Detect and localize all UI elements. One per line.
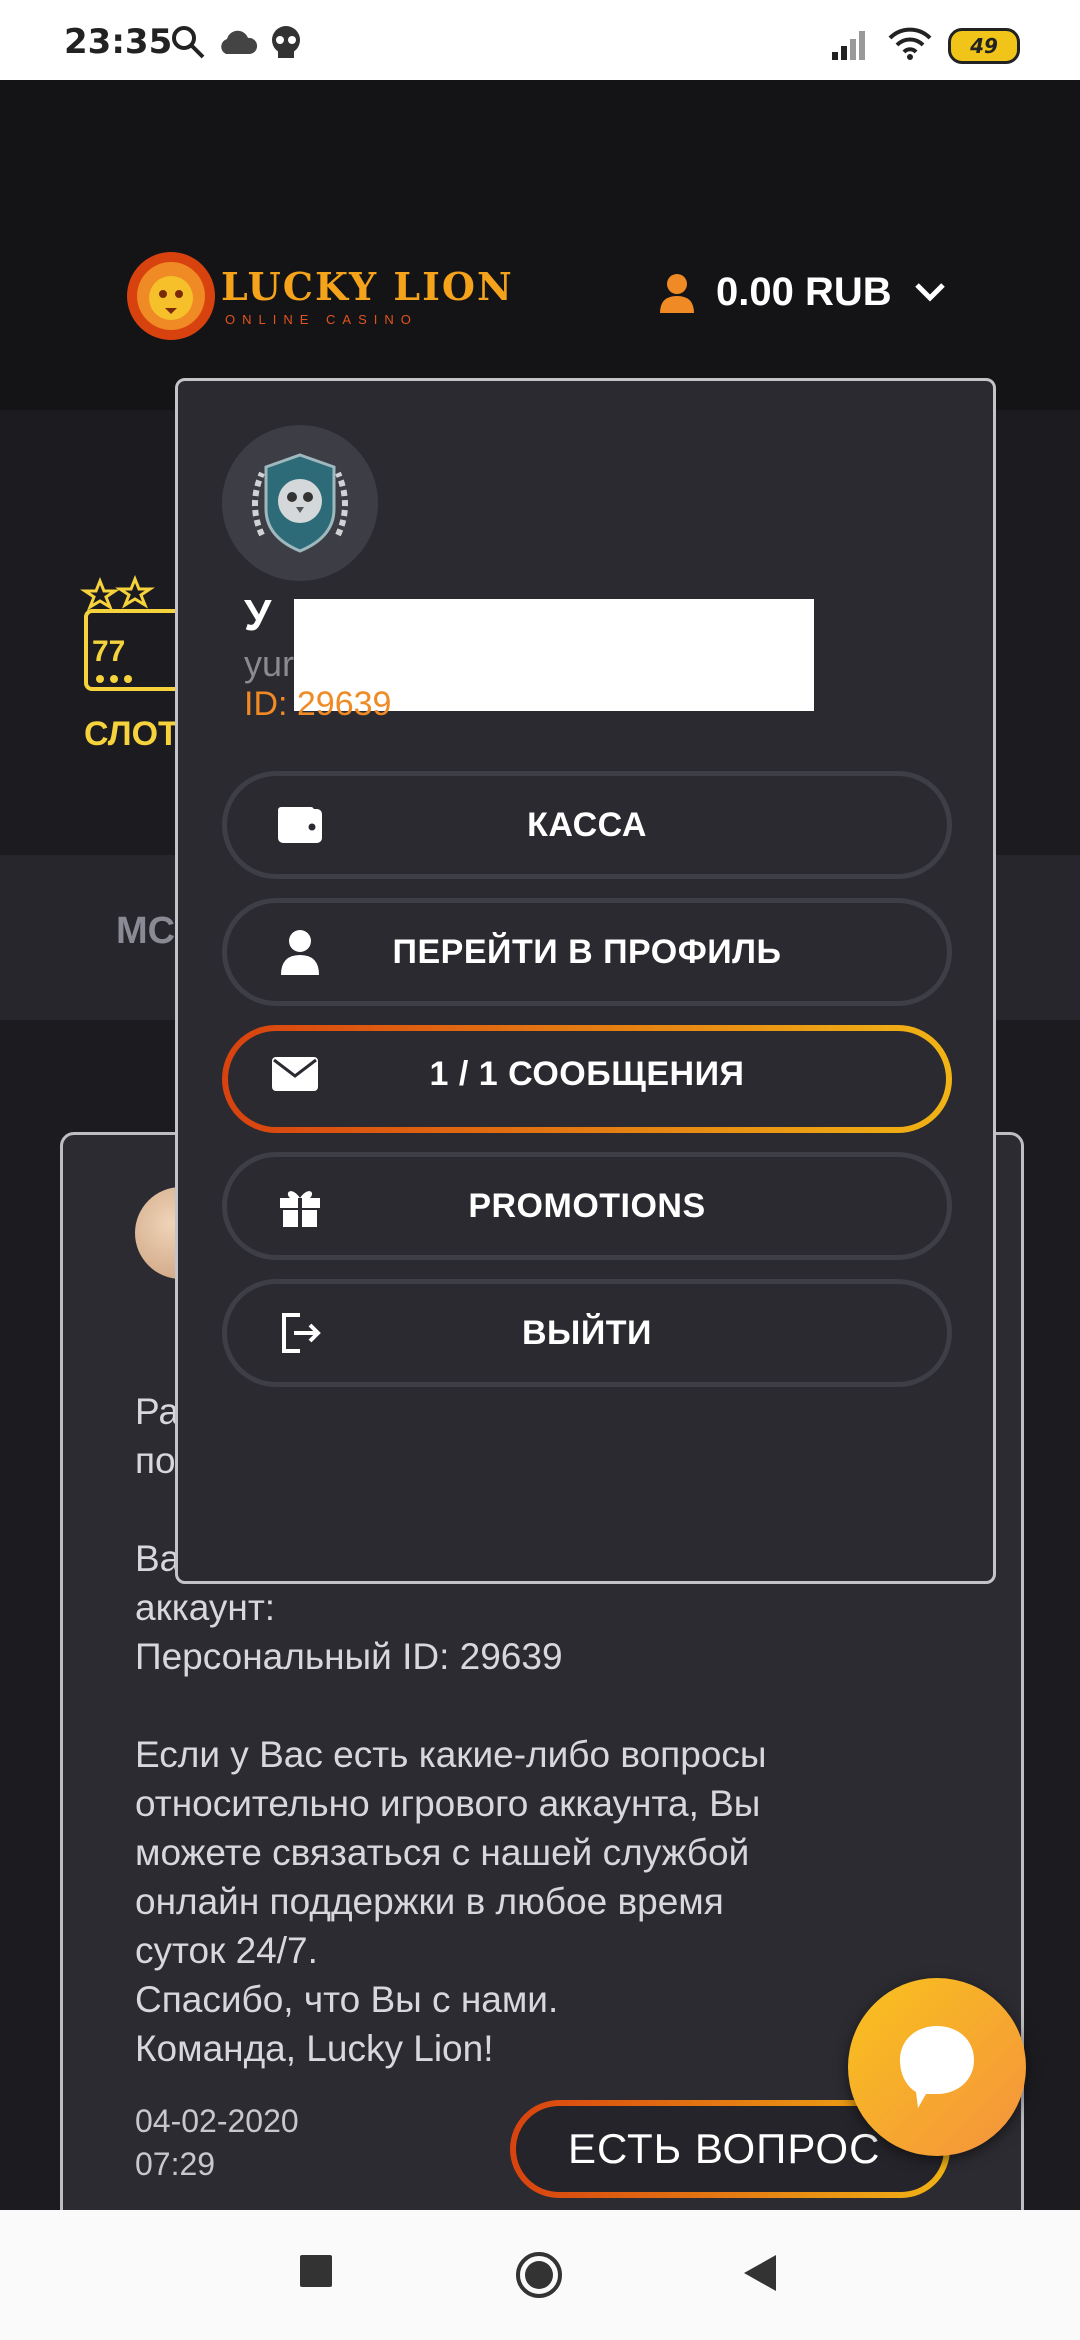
cloud-icon — [221, 30, 258, 54]
cashier-label: КАССА — [527, 806, 647, 844]
back-button[interactable] — [744, 2255, 778, 2291]
system-nav-bar — [0, 2210, 1080, 2340]
status-time: 23:35 — [64, 22, 173, 62]
slots-label: СЛОТ — [84, 715, 179, 753]
svg-text:77: 77 — [92, 635, 125, 668]
battery-indicator: 49 — [948, 28, 1020, 64]
messages-button[interactable]: 1 / 1 СООБЩЕНИЯ — [222, 1025, 952, 1133]
message-date: 04-02-2020 07:29 — [135, 2103, 299, 2182]
slots-category[interactable]: 77 СЛОТ — [80, 574, 190, 753]
logo-brand: LUCKY LION — [221, 264, 514, 309]
logo-tagline: ONLINE CASINO — [225, 312, 418, 327]
chat-bubble-icon — [900, 2026, 974, 2108]
profile-id: ID: 29639 — [244, 685, 392, 723]
tab-my[interactable]: МС — [116, 910, 175, 953]
profile-avatar — [222, 425, 378, 581]
balance-amount: 0.00 RUB — [716, 270, 892, 314]
promotions-button[interactable]: PROMOTIONS — [222, 1152, 952, 1260]
lion-head-icon — [127, 252, 215, 340]
chevron-down-icon — [914, 282, 945, 302]
battery-level: 49 — [970, 34, 998, 58]
wifi-icon — [888, 27, 932, 60]
user-icon — [660, 273, 694, 313]
lucky-lion-logo[interactable]: LUCKY LION ONLINE CASINO — [125, 250, 512, 347]
home-button[interactable] — [514, 2250, 564, 2300]
recents-button[interactable] — [300, 2255, 332, 2287]
messages-label: 1 / 1 СООБЩЕНИЯ — [429, 1055, 745, 1093]
support-chat-button[interactable] — [848, 1978, 1026, 2156]
status-bar: 23:35 49 — [0, 0, 1080, 80]
logout-button[interactable]: ВЫЙТИ — [222, 1279, 952, 1387]
owl-shield-icon — [252, 453, 348, 553]
account-dropdown: У yur ID: 29639 КАССА ПЕРЕЙТИ В ПРОФИЛЬ … — [175, 378, 996, 1584]
cashier-button[interactable]: КАССА — [222, 771, 952, 879]
ask-question-label: ЕСТЬ ВОПРОС — [568, 2125, 881, 2172]
profile-username: У — [244, 591, 272, 640]
profile-button[interactable]: ПЕРЕЙТИ В ПРОФИЛЬ — [222, 898, 952, 1006]
profile-login: yur — [244, 643, 295, 684]
logout-label: ВЫЙТИ — [522, 1314, 652, 1352]
profile-label: ПЕРЕЙТИ В ПРОФИЛЬ — [392, 933, 782, 971]
promotions-label: PROMOTIONS — [468, 1187, 706, 1225]
slot-machine-icon: 77 — [80, 574, 188, 691]
balance-dropdown-toggle[interactable]: 0.00 RUB — [660, 270, 946, 315]
signal-icon — [832, 31, 865, 60]
skull-icon — [272, 26, 300, 58]
search-icon — [172, 26, 205, 59]
site-header — [0, 80, 1080, 410]
